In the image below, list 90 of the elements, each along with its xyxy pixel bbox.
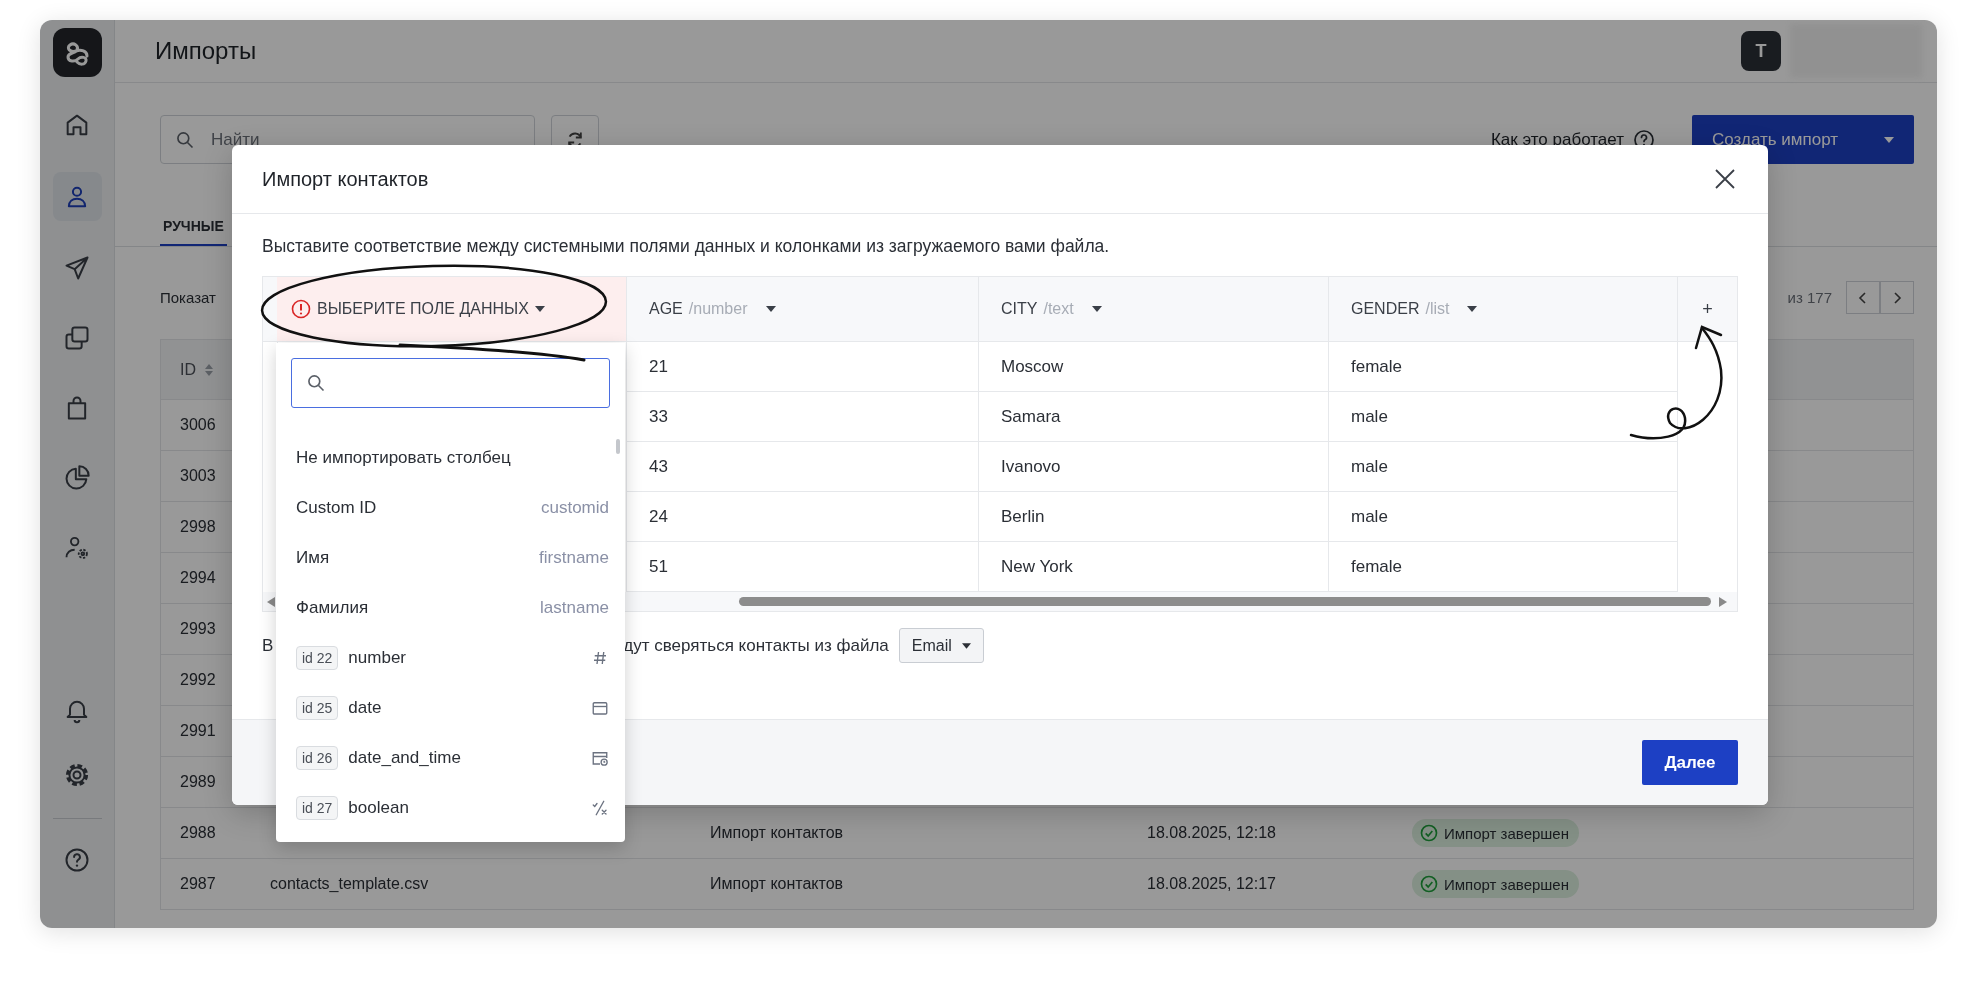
error-icon [291,299,311,319]
scrollbar-thumb[interactable] [739,597,1711,606]
match-text: В [262,635,274,656]
previous-page-button[interactable] [1846,281,1880,314]
column-mapping-header[interactable]: GENDER /list [1328,277,1677,342]
page-title: Импорты [155,37,258,65]
dropdown-option[interactable]: id 27 boolean [276,783,625,833]
table-cell: female [1351,356,1403,377]
match-field-select[interactable]: Email [898,628,984,663]
dropdown-option[interactable]: id 26 date_and_time [276,733,625,783]
dropdown-option[interactable]: Не импортировать столбец [276,433,625,483]
table-cell: Samara [1001,406,1061,427]
user-avatar[interactable]: T [1741,31,1781,71]
next-page-button[interactable] [1880,281,1914,314]
caret-icon [765,306,776,312]
show-label: Показат [160,289,216,306]
next-button[interactable]: Далее [1642,740,1738,785]
table-cell: 24 [649,506,668,527]
page-total: из 177 [1787,289,1832,306]
scroll-right-icon[interactable] [1719,596,1727,607]
id-badge: id 22 [296,646,339,670]
table-cell-text: 2987 [179,875,217,893]
table-cell: 51 [649,556,668,577]
table-cell-text: 2993 [179,620,217,638]
table-cell: contacts_template.csv [270,875,429,892]
dropdown-option[interactable]: id 25 date [276,683,625,733]
table-cell: male [1351,506,1388,527]
table-cell: Импорт контактов [710,824,844,841]
dropdown-option[interactable]: Имя firstname [276,533,625,583]
id-badge: id 27 [296,796,339,820]
table-cell: 33 [649,406,668,427]
search-icon [175,129,195,150]
dropdown-option[interactable]: Custom ID customid [276,483,625,533]
table-cell: Moscow [1001,356,1064,377]
copy-icon [63,324,91,352]
dropdown-option[interactable]: id 22 number [276,633,625,683]
caret-icon [961,642,971,649]
table-cell-text: 2991 [179,722,217,740]
table-cell-text: 3006 [179,416,217,434]
table-cell-text: 2998 [179,518,217,536]
table-cell: 18.08.2025, 12:18 [1147,824,1276,841]
table-cell: 43 [649,456,668,477]
add-column-button[interactable]: + [1677,277,1737,342]
table-cell: female [1351,556,1403,577]
dropdown-search-field[interactable] [291,358,610,408]
check-cross-icon [591,799,609,817]
sidebar-item[interactable] [52,172,102,221]
table-cell: 21 [649,356,668,377]
table-cell-text: 2988 [179,824,217,842]
table-cell: male [1351,456,1388,477]
dialog-description: Выставите соответствие между системными полями данных и колонками из загружаемого вами файла. [262,235,1111,257]
logo-icon[interactable] [52,28,102,77]
help-icon [63,846,91,874]
table-cell: Ivanovo [1001,456,1061,477]
table-cell: male [1351,406,1388,427]
check-circle-icon [1419,874,1439,894]
table-cell: Импорт контактов [710,875,844,892]
table-cell-text: 3003 [179,467,217,485]
dropdown-option[interactable]: Фамилия lastname [276,583,625,633]
send-icon [63,254,91,282]
search-icon [306,373,326,393]
table-cell: 18.08.2025, 12:17 [1147,875,1276,892]
caret-icon [534,306,545,312]
calendar-clock-icon [591,749,609,767]
hash-icon [591,649,609,667]
dialog-title: Импорт контактов [262,167,430,191]
table-cell-text: 2989 [179,773,217,791]
table-cell: Berlin [1001,506,1045,527]
tab[interactable]: РУЧНЫЕ [160,218,227,246]
settings-icon [63,761,91,789]
user-gear-icon [63,534,91,562]
caret-icon [1467,306,1478,312]
table-cell: New York [1001,556,1073,577]
calendar-icon [591,699,609,717]
column-mapping-header[interactable]: ВЫБЕРИТЕ ПОЛЕ ДАННЫХ [277,277,626,342]
id-badge: id 25 [296,696,339,720]
scrollbar-thumb[interactable] [616,439,620,454]
table-cell-text: 2992 [179,671,217,689]
table-cell-text: 2994 [179,569,217,587]
pie-chart-icon [63,464,91,492]
check-circle-icon [1419,823,1439,843]
column-header[interactable]: ID [180,360,196,379]
status-badge: Импорт завершен [1412,819,1579,847]
column-mapping-header[interactable]: AGE /number [626,277,978,342]
status-badge: Импорт завершен [1412,870,1579,898]
caret-icon [1091,306,1102,312]
id-badge: id 26 [296,746,339,770]
caret-icon [1884,136,1894,143]
close-icon[interactable] [1714,168,1736,190]
column-mapping-header[interactable]: CITY /text [978,277,1328,342]
